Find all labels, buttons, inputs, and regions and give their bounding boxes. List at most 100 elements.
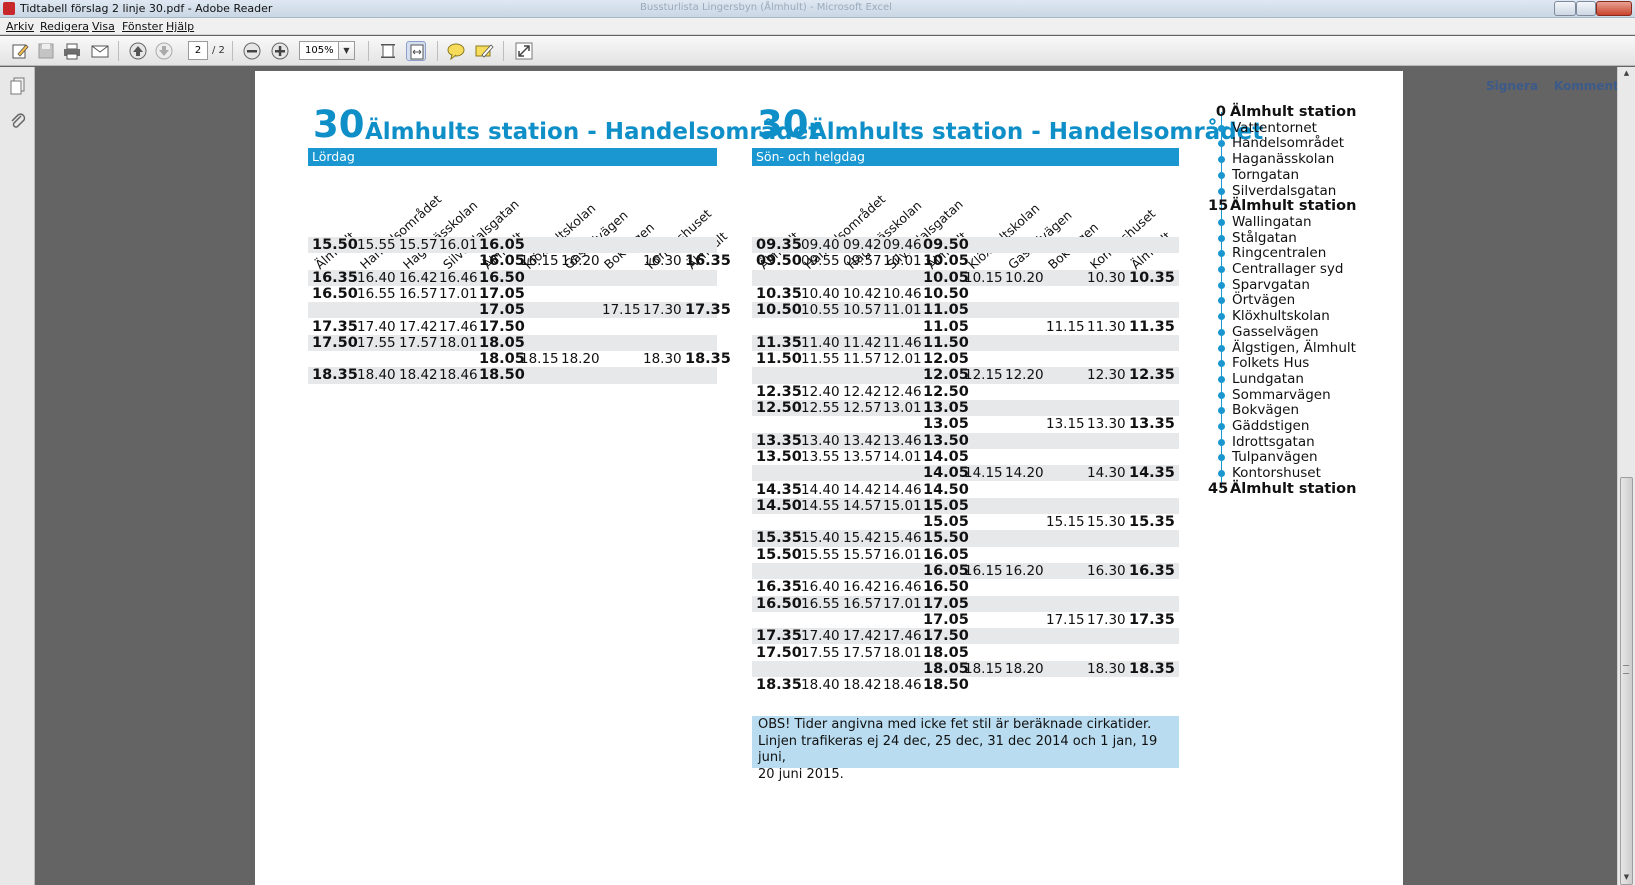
timetable-row: 09.35 09.40 09.42 09.46 09.50 [752,237,1179,254]
timetable-row: 18.05 18.15 18.20 18.30 18.35 [752,660,1179,678]
time-cell: 18.15 [964,660,1003,677]
minimize-button[interactable] [1554,1,1576,16]
time-cell: 11.05 [923,318,969,335]
edit-icon[interactable] [10,41,30,61]
expand-icon[interactable] [514,41,534,61]
fit-page-icon[interactable] [378,41,398,61]
time-cell: 15.35 [756,530,802,547]
email-icon[interactable] [90,41,110,61]
time-cell: 13.42 [843,432,882,449]
time-cell: 11.57 [843,351,882,368]
comment-icon[interactable] [446,41,466,61]
time-cell: 18.40 [357,367,396,384]
stop-name: Gäddstigen [1232,418,1310,434]
stop-minutes: 45 [1208,480,1229,497]
time-cell: 10.20 [1005,269,1044,286]
time-cell: 17.55 [357,334,396,351]
stop-name: Örtvägen [1232,292,1296,309]
time-cell: 17.50 [479,318,525,335]
stop-name: Älgstigen, Älmhult [1232,339,1356,356]
zoom-in-icon[interactable] [270,41,290,61]
time-cell: 12.46 [883,383,922,400]
stop-name: Klöxhultskolan [1232,308,1330,325]
zoom-out-icon[interactable] [242,41,262,61]
time-cell: 18.35 [685,351,731,368]
time-cell: 15.57 [399,237,438,253]
time-cell: 14.35 [1129,465,1175,482]
time-cell: 17.46 [439,318,478,335]
stop-minutes: 0 [1215,104,1226,120]
menu-bar: Arkiv Redigera Visa Fönster Hjälp [0,18,1635,35]
page-number-input[interactable] [188,41,208,60]
attachments-icon[interactable] [8,111,28,131]
stop-name: Älmhult station [1230,198,1357,215]
time-cell: 14.46 [883,481,922,498]
time-cell: 14.35 [756,481,802,498]
stop-dot-icon [1218,438,1225,446]
timetable-row: 13.50 13.55 13.57 14.01 14.05 [752,449,1179,465]
fit-width-icon[interactable] [406,41,426,61]
line-number: 30 [757,103,809,146]
time-cell: 10.40 [801,285,840,302]
time-cell: 10.15 [964,269,1003,286]
timetable-row: 12.50 12.55 12.57 13.01 13.05 [752,400,1179,417]
title-bar: Tidtabell förslag 2 linje 30.pdf - Adobe… [0,0,1635,18]
scroll-thumb[interactable] [1620,477,1633,885]
time-cell: 09.42 [843,237,882,253]
scroll-up-icon[interactable]: ▲ [1621,69,1632,79]
timetable-row: 14.35 14.40 14.42 14.46 14.50 [752,482,1179,498]
menu-redigera[interactable]: Redigera [40,20,89,33]
stop-dot-icon [1218,124,1225,132]
timetable-row: 11.35 11.40 11.42 11.46 11.50 [752,334,1179,352]
time-cell: 14.50 [923,481,969,498]
time-cell: 16.05 [479,253,525,270]
stop-name: Centrallager syd [1232,261,1344,277]
timetable-row: 17.50 17.55 17.57 18.01 18.05 [308,334,717,352]
zoom-input[interactable] [299,41,339,60]
stop-dot-icon [1218,328,1225,336]
time-cell: 17.05 [479,302,525,319]
previous-page-icon[interactable] [128,41,148,61]
stop-name: Älmhult station [1230,480,1357,497]
time-cell: 11.50 [923,334,969,351]
time-cell: 09.50 [756,253,802,270]
time-cell: 14.55 [801,497,840,514]
time-cell: 09.55 [801,253,840,270]
next-page-icon[interactable] [154,41,174,61]
time-cell: 12.50 [756,400,802,416]
close-button[interactable] [1596,1,1632,16]
vertical-scrollbar[interactable]: ▲ ▼ [1617,67,1635,885]
time-cell: 18.46 [439,367,478,384]
timetable-row: 11.05 11.15 11.30 11.35 [752,319,1179,335]
menu-arkiv[interactable]: Arkiv [6,20,34,33]
time-cell: 16.50 [312,285,358,302]
highlight-icon[interactable] [474,41,494,61]
timetable-row: 16.35 16.40 16.42 16.46 16.50 [752,579,1179,595]
menu-visa[interactable]: Visa [92,20,115,33]
sign-button[interactable]: Signera [1486,79,1538,93]
zoom-dropdown-button[interactable]: ▼ [339,41,355,60]
menu-fonster[interactable]: Fönster [122,20,163,33]
time-cell: 11.35 [1129,318,1175,335]
timetable-row: 16.05 16.15 16.20 16.30 16.35 [752,563,1179,580]
save-icon[interactable] [36,41,56,61]
time-cell: 16.35 [1129,563,1175,579]
timetable-row: 18.35 18.40 18.42 18.46 18.50 [752,677,1179,693]
time-cell: 18.40 [801,677,840,694]
time-cell: 18.05 [479,334,525,351]
time-cell: 16.55 [801,595,840,612]
time-cell: 16.46 [439,269,478,286]
menu-hjalp[interactable]: Hjälp [166,20,194,33]
print-icon[interactable] [62,41,82,61]
time-cell: 11.55 [801,351,840,368]
timetable-row: 13.35 13.40 13.42 13.46 13.50 [752,432,1179,449]
time-cell: 17.50 [312,334,358,351]
scroll-down-icon[interactable]: ▼ [1621,873,1632,883]
page-thumbnails-icon[interactable] [8,75,28,95]
time-cell: 13.05 [923,400,969,416]
stop-name: Idrottsgatan [1232,433,1315,450]
time-cell: 17.01 [439,285,478,302]
time-cell: 18.46 [883,677,922,694]
maximize-button[interactable] [1576,1,1596,16]
time-cell: 13.50 [923,432,969,449]
